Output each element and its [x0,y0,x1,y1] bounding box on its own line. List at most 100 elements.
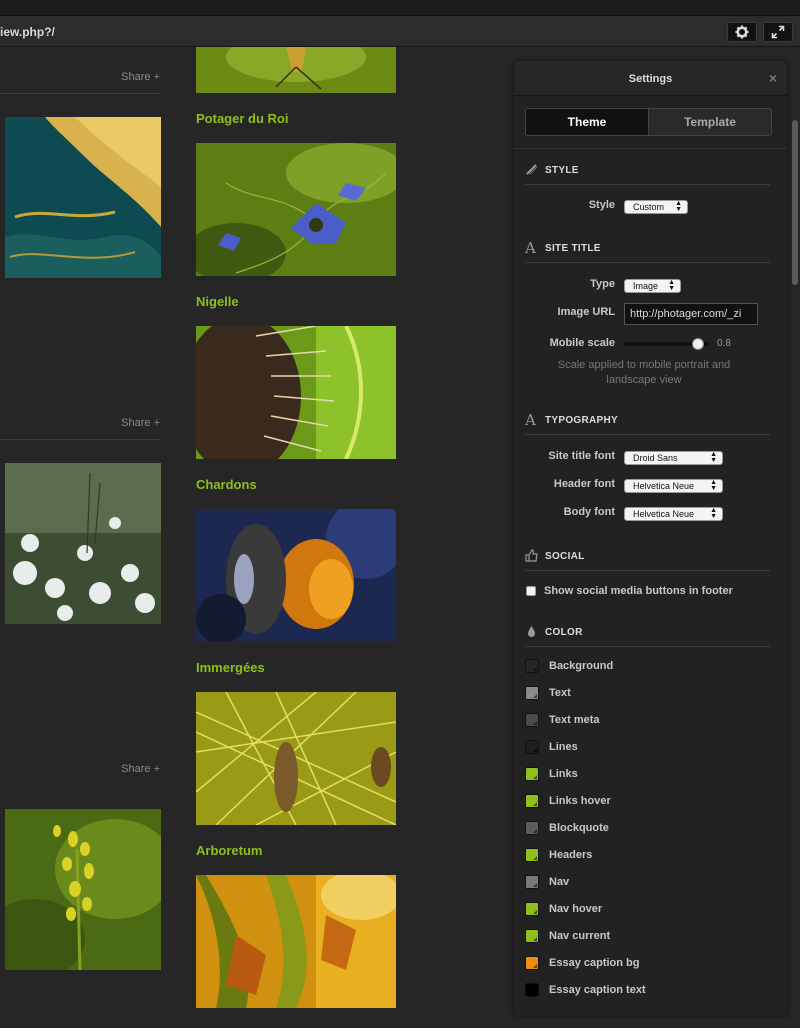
color-label: Nav [549,876,570,888]
slider-handle[interactable] [692,338,704,350]
section-title: SOCIAL [545,551,585,562]
share-link[interactable]: Share + [121,763,160,775]
color-label: Background [549,660,614,672]
social-buttons-checkbox[interactable] [526,586,536,596]
color-swatch[interactable] [525,983,539,997]
close-icon[interactable]: × [769,70,777,86]
share-link[interactable]: Share + [121,71,160,83]
type-select[interactable]: Image ▲ ▼ [624,279,681,293]
color-swatch[interactable] [525,956,539,970]
color-label: Text meta [549,714,600,726]
color-row[interactable]: Nav [525,875,765,893]
section-header-site-title: A SITE TITLE [525,237,770,263]
color-swatch[interactable] [525,659,539,673]
fullscreen-button[interactable] [763,22,793,42]
photo-potager-du-roi[interactable] [196,143,396,276]
photo-white-flowers[interactable] [5,463,161,624]
gallery-title[interactable]: Nigelle [196,294,239,309]
color-label: Lines [549,741,578,753]
photo-yellow-flower[interactable] [5,809,161,970]
color-row[interactable]: Links [525,767,765,785]
left-column: Share + Share + Share + [0,47,170,1028]
photo-water-reflection[interactable] [5,117,161,278]
image-url-input[interactable]: http://photager.com/_zi [624,303,758,325]
color-label: Nav hover [549,903,603,915]
select-arrows-icon: ▲ ▼ [710,479,717,492]
select-arrows-icon: ▲ ▼ [675,200,682,213]
section-header-typography: A TYPOGRAPHY [525,409,770,435]
section-title: STYLE [545,165,579,176]
thumbs-up-icon [525,549,539,563]
photo-nigelle[interactable] [196,326,396,459]
select-arrows-icon: ▲ ▼ [668,279,675,292]
share-link[interactable]: Share + [121,417,160,429]
mobile-scale-hint: Scale applied to mobile portrait and lan… [557,359,731,386]
header-font-select[interactable]: Helvetica Neue ▲ ▼ [624,479,723,493]
body-font-value: Helvetica Neue [633,509,695,519]
tab-template[interactable]: Template [648,109,771,135]
color-label: Headers [549,849,593,861]
color-label: Essay caption bg [549,957,640,969]
divider [0,93,161,94]
color-row[interactable]: Nav hover [525,902,765,920]
type-label: Type [590,278,615,290]
color-label: Links hover [549,795,611,807]
gallery-title[interactable]: Potager du Roi [196,111,288,126]
body-font-label: Body font [563,506,615,518]
color-swatch[interactable] [525,767,539,781]
color-row[interactable]: Blockquote [525,821,765,839]
settings-tabs: Theme Template [525,108,772,136]
color-label: Essay caption text [549,984,646,996]
gallery-column: Potager du Roi Nigelle Chardons Immergée… [196,47,396,1028]
site-title-font-select[interactable]: Droid Sans ▲ ▼ [624,451,723,465]
color-row[interactable]: Text meta [525,713,765,731]
gallery-title[interactable]: Immergées [196,660,265,675]
color-row[interactable]: Background [525,659,765,677]
style-label: Style [588,199,615,211]
style-select[interactable]: Custom ▲ ▼ [624,200,688,214]
color-row[interactable]: Links hover [525,794,765,812]
photo-chardons[interactable] [196,509,396,642]
color-swatch[interactable] [525,794,539,808]
settings-button[interactable] [727,22,757,42]
image-url-label: Image URL [557,306,615,318]
settings-panel: Settings × Theme Template STYLE Style Cu… [514,61,787,1016]
page-scrollbar[interactable] [792,120,798,285]
photo-arboretum[interactable] [196,875,396,1008]
header-font-value: Helvetica Neue [633,481,695,491]
color-swatch[interactable] [525,821,539,835]
photo-thistle-top[interactable] [196,47,396,93]
color-swatch[interactable] [525,713,539,727]
url-text[interactable]: iew.php?/ [0,25,55,39]
color-swatch[interactable] [525,902,539,916]
color-row[interactable]: Lines [525,740,765,758]
select-arrows-icon: ▲ ▼ [710,507,717,520]
type-select-value: Image [633,281,659,291]
section-header-social: SOCIAL [525,545,770,571]
color-label: Nav current [549,930,611,942]
color-swatch[interactable] [525,686,539,700]
tab-theme[interactable]: Theme [526,109,648,135]
section-title: COLOR [545,627,583,638]
photo-immergees[interactable] [196,692,396,825]
body-font-select[interactable]: Helvetica Neue ▲ ▼ [624,507,723,521]
color-swatch[interactable] [525,740,539,754]
color-swatch[interactable] [525,875,539,889]
gallery-title[interactable]: Chardons [196,477,257,492]
brush-icon [525,163,539,177]
expand-icon [771,25,785,39]
select-arrows-icon: ▲ ▼ [710,451,717,464]
site-title-font-label: Site title font [548,450,615,462]
color-row[interactable]: Nav current [525,929,765,947]
address-bar[interactable]: iew.php?/ [0,16,800,47]
color-row[interactable]: Text [525,686,765,704]
social-buttons-label[interactable]: Show social media buttons in footer [544,585,733,597]
color-row[interactable]: Essay caption bg [525,956,765,974]
divider [514,148,787,149]
section-header-style: STYLE [525,159,770,185]
gallery-title[interactable]: Arboretum [196,843,262,858]
color-swatch[interactable] [525,929,539,943]
color-swatch[interactable] [525,848,539,862]
color-row[interactable]: Headers [525,848,765,866]
color-row[interactable]: Essay caption text [525,983,765,1001]
